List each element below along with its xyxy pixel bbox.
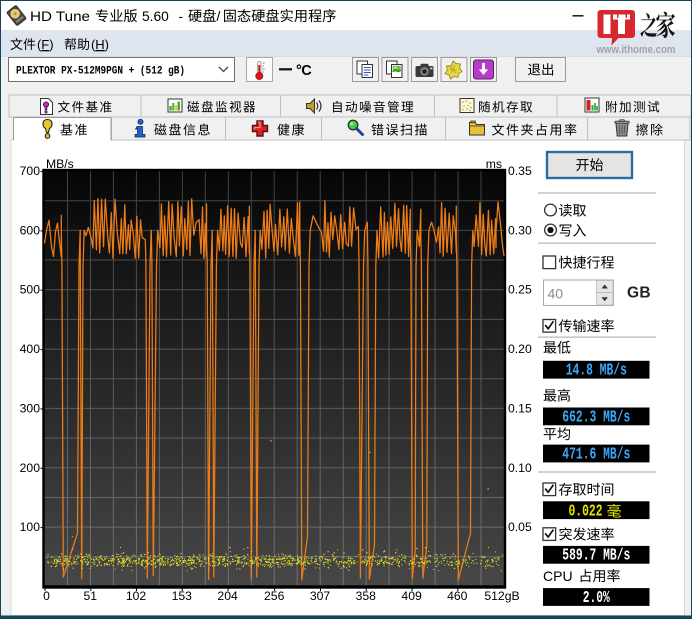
svg-text:14.8 MB/s: 14.8 MB/s — [566, 361, 627, 380]
svg-text:0.35: 0.35 — [508, 164, 532, 178]
svg-text:460: 460 — [447, 589, 468, 603]
svg-text:153: 153 — [172, 589, 193, 603]
svg-text:2.0%: 2.0% — [583, 588, 610, 607]
svg-text:HD Tune: HD Tune — [30, 9, 90, 24]
svg-text:200: 200 — [20, 461, 41, 475]
svg-text:300: 300 — [20, 401, 41, 415]
svg-text:0.20: 0.20 — [508, 342, 532, 356]
svg-text:0: 0 — [43, 589, 50, 603]
svg-text:409: 409 — [401, 589, 422, 603]
svg-text:204: 204 — [217, 589, 238, 603]
svg-text:51: 51 — [84, 589, 98, 603]
svg-text:0.022: 0.022 — [569, 501, 603, 520]
svg-text:589.7 MB/s: 589.7 MB/s — [562, 546, 630, 565]
svg-text:700: 700 — [20, 164, 41, 178]
svg-text:ms: ms — [486, 157, 502, 171]
svg-text:H: H — [95, 37, 104, 52]
svg-text:40: 40 — [548, 286, 564, 302]
svg-text:5.60: 5.60 — [142, 9, 169, 24]
svg-text:°C: °C — [296, 63, 312, 79]
svg-text:100: 100 — [20, 520, 41, 534]
svg-text:www.ithome.com: www.ithome.com — [596, 44, 676, 56]
svg-text:MB/s: MB/s — [46, 157, 74, 171]
svg-text:PLEXTOR PX-512M9PGN + (512 gB): PLEXTOR PX-512M9PGN + (512 gB) — [16, 66, 185, 78]
svg-text:662.3 MB/s: 662.3 MB/s — [562, 407, 630, 426]
svg-text:0.25: 0.25 — [508, 283, 532, 297]
svg-text:471.6 MB/s: 471.6 MB/s — [562, 444, 630, 463]
svg-text:256: 256 — [264, 589, 285, 603]
svg-text:F: F — [41, 37, 49, 52]
svg-text:0.10: 0.10 — [508, 461, 532, 475]
svg-text:0.30: 0.30 — [508, 223, 532, 237]
svg-text:307: 307 — [310, 589, 331, 603]
svg-text:0.15: 0.15 — [508, 401, 532, 415]
svg-text:GB: GB — [627, 285, 651, 302]
svg-text:): ) — [49, 37, 53, 52]
svg-text:/: / — [217, 9, 221, 24]
svg-text:500: 500 — [20, 283, 41, 297]
svg-text:400: 400 — [20, 342, 41, 356]
svg-text:600: 600 — [20, 223, 41, 237]
svg-text:0.05: 0.05 — [508, 520, 532, 534]
svg-text:CPU: CPU — [543, 568, 573, 584]
svg-text:358: 358 — [356, 589, 377, 603]
svg-text:102: 102 — [126, 589, 147, 603]
svg-text:512gB: 512gB — [484, 589, 519, 603]
svg-text:-: - — [179, 9, 184, 24]
svg-text:): ) — [105, 37, 109, 52]
